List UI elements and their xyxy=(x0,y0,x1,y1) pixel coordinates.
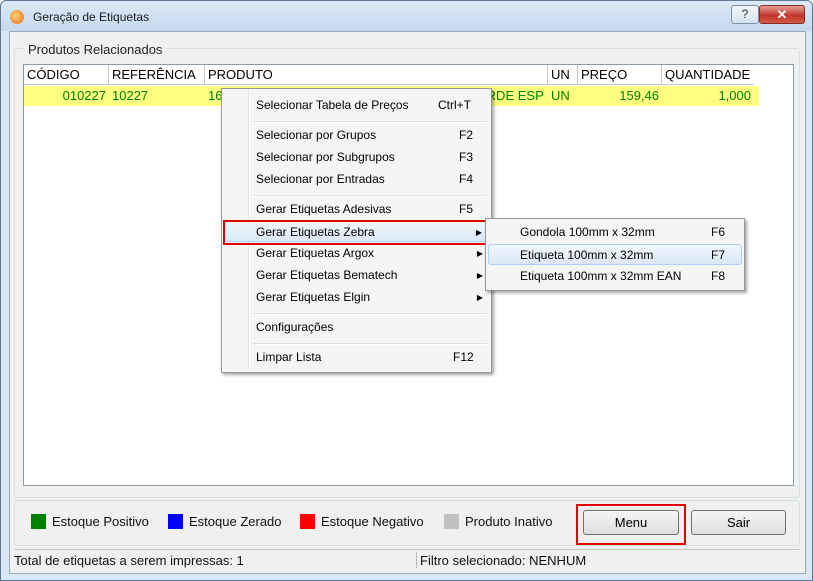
menu-item-limpar-lista[interactable]: Limpar Lista F12 xyxy=(224,347,489,368)
legend-swatch-zerado xyxy=(168,514,183,529)
cell-preco: 159,46 xyxy=(619,88,659,103)
menu-item-configuracoes[interactable]: Configurações xyxy=(224,317,489,338)
submenu-item-etiqueta-ean[interactable]: Etiqueta 100mm x 32mm EAN F8 xyxy=(488,266,742,287)
menu-item-label: Gerar Etiquetas Adesivas xyxy=(256,202,392,216)
menu-separator xyxy=(252,195,487,197)
zebra-submenu: Gondola 100mm x 32mm F6 Etiqueta 100mm x… xyxy=(485,218,745,291)
menu-item-shortcut: F4 xyxy=(459,172,474,186)
menu-item-shortcut: F2 xyxy=(459,128,474,142)
column-header-un[interactable]: UN xyxy=(548,65,578,85)
legend-label-inativo: Produto Inativo xyxy=(465,514,553,529)
submenu-item-shortcut: F6 xyxy=(711,225,726,239)
menu-button[interactable]: Menu xyxy=(583,510,679,535)
menu-item-shortcut: F5 xyxy=(459,202,474,216)
submenu-item-gondola[interactable]: Gondola 100mm x 32mm F6 xyxy=(488,222,742,243)
submenu-item-label: Gondola 100mm x 32mm xyxy=(520,225,655,239)
menu-item-label: Gerar Etiquetas Elgin xyxy=(256,290,371,304)
menu-item-entradas[interactable]: Selecionar por Entradas F4 xyxy=(224,169,489,190)
submenu-item-etiqueta[interactable]: Etiqueta 100mm x 32mm F7 xyxy=(488,244,742,265)
column-header-produto[interactable]: PRODUTO xyxy=(205,65,548,85)
app-icon xyxy=(10,10,24,24)
submenu-arrow-icon: ▶ xyxy=(476,293,483,302)
title-bar: Geração de Etiquetas ? ✕ xyxy=(1,1,812,31)
submenu-item-shortcut: F7 xyxy=(711,248,726,262)
menu-item-elgin[interactable]: Gerar Etiquetas Elgin ▶ xyxy=(224,287,489,308)
menu-item-adesivas[interactable]: Gerar Etiquetas Adesivas F5 xyxy=(224,199,489,220)
menu-item-label: Configurações xyxy=(256,320,334,334)
menu-item-shortcut: F12 xyxy=(453,350,474,364)
legend-label-zerado: Estoque Zerado xyxy=(189,514,282,529)
column-header-preco[interactable]: PREÇO xyxy=(578,65,662,85)
menu-separator xyxy=(252,121,487,123)
menu-separator xyxy=(252,313,487,315)
cell-quantidade: 1,000 xyxy=(718,88,751,103)
legend-swatch-negativo xyxy=(300,514,315,529)
menu-item-shortcut: Ctrl+T xyxy=(438,98,471,112)
status-filter: Filtro selecionado: NENHUM xyxy=(420,553,587,568)
legend-label-positivo: Estoque Positivo xyxy=(52,514,149,529)
legend-swatch-positivo xyxy=(31,514,46,529)
submenu-item-label: Etiqueta 100mm x 32mm EAN xyxy=(520,269,682,283)
menu-item-subgrupos[interactable]: Selecionar por Subgrupos F3 xyxy=(224,147,489,168)
menu-item-tabela-precos[interactable]: Selecionar Tabela de Preços Ctrl+T xyxy=(224,95,489,116)
help-button[interactable]: ? xyxy=(731,5,759,24)
status-total: Total de etiquetas a serem impressas: 1 xyxy=(14,553,244,568)
menu-separator xyxy=(252,343,487,345)
submenu-arrow-icon: ▶ xyxy=(476,249,483,258)
menu-item-label: Selecionar por Grupos xyxy=(256,128,377,142)
zebra-item-highlight xyxy=(223,220,487,245)
menu-item-label: Gerar Etiquetas Bematech xyxy=(256,268,398,282)
column-header-quantidade[interactable]: QUANTIDADE xyxy=(662,65,754,85)
menu-item-label: Limpar Lista xyxy=(256,350,322,364)
status-bar: Total de etiquetas a serem impressas: 1 … xyxy=(14,549,800,570)
cell-referencia: 10227 xyxy=(112,88,149,103)
menu-item-argox[interactable]: Gerar Etiquetas Argox ▶ xyxy=(224,243,489,264)
submenu-item-shortcut: F8 xyxy=(711,269,726,283)
menu-item-bematech[interactable]: Gerar Etiquetas Bematech ▶ xyxy=(224,265,489,286)
menu-item-shortcut: F3 xyxy=(459,150,474,164)
submenu-item-label: Etiqueta 100mm x 32mm xyxy=(520,248,654,262)
menu-item-label: Gerar Etiquetas Argox xyxy=(256,246,375,260)
menu-item-grupos[interactable]: Selecionar por Grupos F2 xyxy=(224,125,489,146)
menu-item-label: Selecionar Tabela de Preços xyxy=(256,98,409,112)
submenu-arrow-icon: ▶ xyxy=(476,271,483,280)
menu-item-label: Selecionar por Subgrupos xyxy=(256,150,395,164)
status-divider xyxy=(416,552,417,568)
legend-swatch-inativo xyxy=(444,514,459,529)
cell-codigo: 010227 xyxy=(62,88,106,103)
column-header-referencia[interactable]: REFERÊNCIA xyxy=(109,65,205,85)
close-button[interactable]: ✕ xyxy=(759,5,805,24)
products-group-label: Produtos Relacionados xyxy=(24,42,167,57)
cell-un: UN xyxy=(551,88,570,103)
legend-label-negativo: Estoque Negativo xyxy=(321,514,424,529)
exit-button[interactable]: Sair xyxy=(691,510,786,535)
column-header-codigo[interactable]: CÓDIGO xyxy=(24,65,109,85)
menu-item-label: Selecionar por Entradas xyxy=(256,172,385,186)
window-title: Geração de Etiquetas xyxy=(33,10,150,24)
